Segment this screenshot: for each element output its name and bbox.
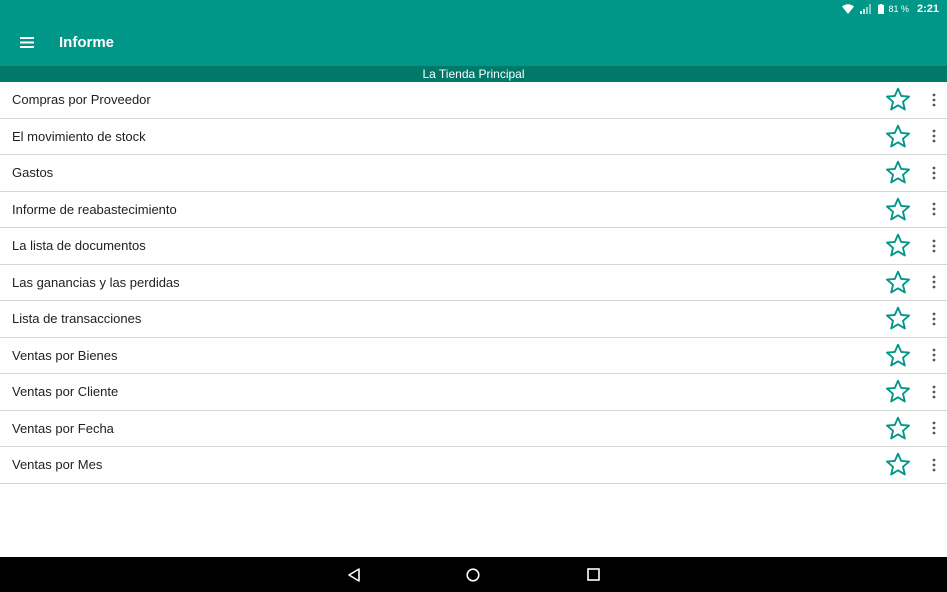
store-name-bar: La Tienda Principal <box>0 66 947 82</box>
favorite-star-icon[interactable] <box>884 268 912 296</box>
back-icon[interactable] <box>334 557 374 592</box>
signal-icon <box>860 4 872 14</box>
wifi-icon <box>842 4 855 14</box>
more-options-icon[interactable] <box>924 88 944 112</box>
favorite-star-icon[interactable] <box>884 232 912 260</box>
report-row[interactable]: Ventas por Fecha <box>0 411 947 447</box>
battery-icon <box>878 4 885 14</box>
more-options-icon[interactable] <box>924 453 944 477</box>
more-options-icon[interactable] <box>924 343 944 367</box>
favorite-star-icon[interactable] <box>884 451 912 479</box>
favorite-star-icon[interactable] <box>884 305 912 333</box>
more-options-icon[interactable] <box>924 416 944 440</box>
report-label: Ventas por Mes <box>12 457 103 473</box>
more-options-icon[interactable] <box>924 380 944 404</box>
favorite-star-icon[interactable] <box>884 414 912 442</box>
page-title: Informe <box>59 33 115 51</box>
report-row[interactable]: Las ganancias y las perdidas <box>0 265 947 301</box>
report-label: Gastos <box>12 165 54 181</box>
report-row[interactable]: Compras por Proveedor <box>0 82 947 119</box>
favorite-star-icon[interactable] <box>884 159 912 187</box>
favorite-star-icon[interactable] <box>884 86 912 114</box>
report-row[interactable]: El movimiento de stock <box>0 119 947 155</box>
more-options-icon[interactable] <box>924 197 944 221</box>
hamburger-menu-icon[interactable] <box>15 30 39 54</box>
favorite-star-icon[interactable] <box>884 378 912 406</box>
report-row[interactable]: Informe de reabastecimiento <box>0 192 947 228</box>
favorite-star-icon[interactable] <box>884 341 912 369</box>
recent-apps-icon[interactable] <box>573 557 613 592</box>
store-name: La Tienda Principal <box>422 67 525 81</box>
report-row[interactable]: Lista de transacciones <box>0 301 947 338</box>
status-clock: 2:21 <box>916 3 939 15</box>
report-label: Informe de reabastecimiento <box>12 201 177 217</box>
report-row[interactable]: Ventas por Bienes <box>0 338 947 374</box>
report-label: Las ganancias y las perdidas <box>12 274 180 290</box>
report-row[interactable]: Gastos <box>0 155 947 192</box>
report-label: Ventas por Cliente <box>12 384 119 400</box>
report-label: Compras por Proveedor <box>12 92 151 108</box>
report-label: Lista de transacciones <box>12 311 142 327</box>
system-nav-bar <box>0 557 947 592</box>
battery-percentage: 81 % <box>888 4 909 14</box>
report-label: La lista de documentos <box>12 238 146 254</box>
more-options-icon[interactable] <box>924 124 944 148</box>
more-options-icon[interactable] <box>924 161 944 185</box>
report-label: El movimiento de stock <box>12 128 146 144</box>
report-label: Ventas por Fecha <box>12 420 114 436</box>
more-options-icon[interactable] <box>924 307 944 331</box>
report-row[interactable]: Ventas por Cliente <box>0 374 947 411</box>
favorite-star-icon[interactable] <box>884 122 912 150</box>
more-options-icon[interactable] <box>924 234 944 258</box>
report-row[interactable]: Ventas por Mes <box>0 447 947 484</box>
report-list: Compras por Proveedor El movimiento de st… <box>0 82 947 484</box>
status-bar: 81 % 2:21 <box>0 0 947 18</box>
report-label: Ventas por Bienes <box>12 347 118 363</box>
app-bar: Informe <box>0 18 947 66</box>
more-options-icon[interactable] <box>924 270 944 294</box>
report-row[interactable]: La lista de documentos <box>0 228 947 265</box>
home-icon[interactable] <box>453 557 493 592</box>
favorite-star-icon[interactable] <box>884 195 912 223</box>
